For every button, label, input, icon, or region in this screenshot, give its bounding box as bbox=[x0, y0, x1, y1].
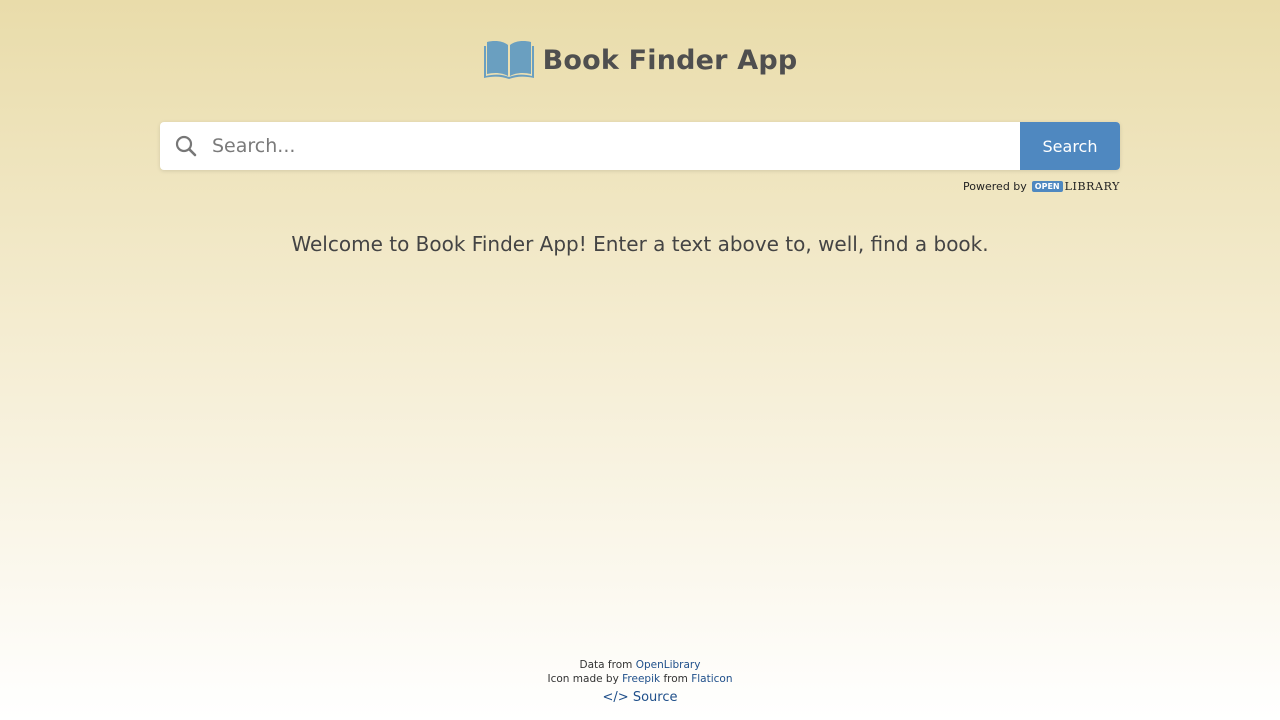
search-button[interactable]: Search bbox=[1020, 122, 1120, 170]
openlibrary-logo-open: OPEN bbox=[1031, 181, 1063, 192]
openlibrary-logo-library: LIBRARY bbox=[1064, 180, 1120, 193]
flaticon-link[interactable]: Flaticon bbox=[691, 673, 732, 685]
search-input[interactable] bbox=[208, 122, 1020, 170]
search-bar: Search bbox=[160, 122, 1120, 170]
powered-by: Powered by OPEN LIBRARY bbox=[963, 180, 1120, 193]
powered-by-label: Powered by bbox=[963, 180, 1027, 193]
footer: Data from OpenLibrary Icon made by Freep… bbox=[0, 658, 1280, 705]
open-book-icon bbox=[483, 41, 534, 79]
welcome-message: Welcome to Book Finder App! Enter a text… bbox=[291, 232, 989, 256]
freepik-link[interactable]: Freepik bbox=[622, 673, 660, 685]
search-icon bbox=[160, 122, 208, 170]
data-from-label: Data from bbox=[579, 659, 633, 671]
app-title: Book Finder App bbox=[542, 44, 798, 76]
footer-icon-credit: Icon made by Freepik from Flaticon bbox=[0, 672, 1280, 686]
openlibrary-logo[interactable]: OPEN LIBRARY bbox=[1031, 180, 1120, 193]
app-header: Book Finder App bbox=[0, 40, 1280, 80]
openlibrary-link[interactable]: OpenLibrary bbox=[636, 659, 701, 671]
icon-made-by-label: Icon made by bbox=[547, 673, 619, 685]
footer-data-credit: Data from OpenLibrary bbox=[0, 658, 1280, 672]
from-label: from bbox=[663, 673, 688, 685]
source-link[interactable]: </> Source bbox=[603, 691, 678, 705]
